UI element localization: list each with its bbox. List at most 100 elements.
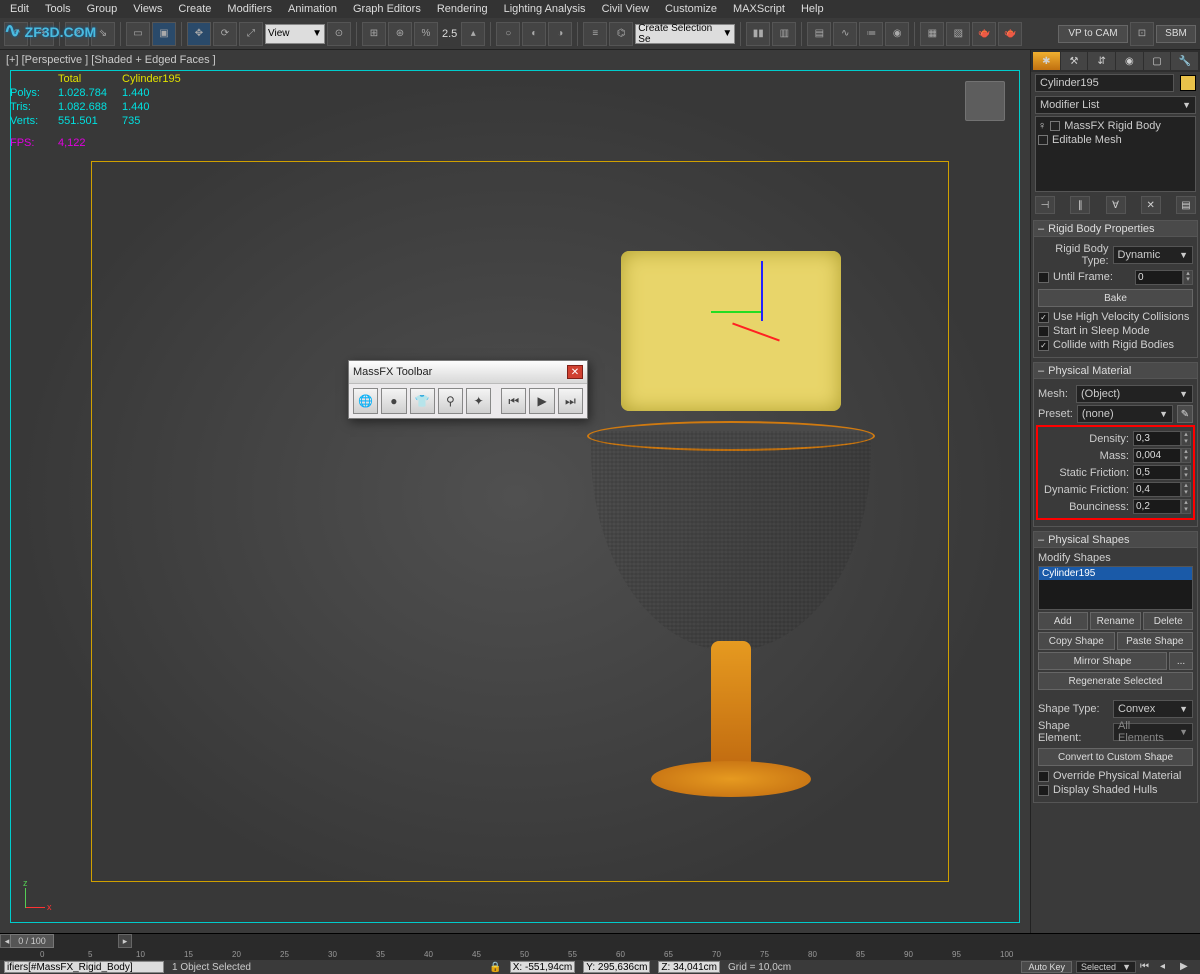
- schematic-icon[interactable]: ⌬: [609, 22, 633, 46]
- massfx-titlebar[interactable]: MassFX Toolbar ✕: [349, 361, 587, 383]
- listener-icon[interactable]: ≡: [583, 22, 607, 46]
- prev-frame-icon[interactable]: ◂: [1160, 961, 1176, 973]
- time-slider[interactable]: ◂ 0 / 100 ▸: [0, 934, 1200, 948]
- viewcube[interactable]: [965, 81, 1005, 121]
- spinner-up-icon[interactable]: ▴: [461, 22, 485, 46]
- object-color-swatch[interactable]: [1180, 75, 1196, 91]
- override-mat-checkbox[interactable]: [1038, 771, 1049, 782]
- dfric-spinner[interactable]: ▴▾: [1133, 482, 1191, 497]
- massfx-world-icon[interactable]: 🌐: [353, 388, 378, 414]
- menu-modifiers[interactable]: Modifiers: [221, 3, 278, 15]
- add-shape-button[interactable]: Add: [1038, 612, 1088, 630]
- massfx-constraint-icon[interactable]: ⚲: [438, 388, 463, 414]
- menu-group[interactable]: Group: [81, 3, 124, 15]
- select-icon[interactable]: ▭: [126, 22, 150, 46]
- menu-rendering[interactable]: Rendering: [431, 3, 494, 15]
- mirror-shape-button[interactable]: Mirror Shape: [1038, 652, 1167, 670]
- until-frame-checkbox[interactable]: [1038, 272, 1049, 283]
- tab-motion-icon[interactable]: ◉: [1116, 52, 1143, 70]
- goto-start-icon[interactable]: ⏮: [1140, 961, 1156, 973]
- object-name-field[interactable]: Cylinder195: [1035, 74, 1174, 92]
- viewport[interactable]: [+] [Perspective ] [Shaded + Edged Faces…: [0, 50, 1030, 933]
- vp-icon[interactable]: ⊡: [1130, 22, 1154, 46]
- configure-icon[interactable]: ▤: [1176, 196, 1196, 214]
- pivot-icon[interactable]: ⊙: [327, 22, 351, 46]
- scale-icon[interactable]: ⤢: [239, 22, 263, 46]
- menu-edit[interactable]: Edit: [4, 3, 35, 15]
- mesh-dropdown[interactable]: (Object)▼: [1076, 385, 1193, 403]
- ref-coord-dropdown[interactable]: View▼: [265, 24, 325, 44]
- pin-stack-icon[interactable]: ⊣: [1035, 196, 1055, 214]
- rollout-shapes-header[interactable]: Physical Shapes: [1034, 532, 1197, 548]
- render-setup-icon[interactable]: ▦: [920, 22, 944, 46]
- snap3-icon[interactable]: ◐: [522, 22, 546, 46]
- density-spinner[interactable]: ▴▾: [1133, 431, 1191, 446]
- menu-customize[interactable]: Customize: [659, 3, 723, 15]
- menu-tools[interactable]: Tools: [39, 3, 77, 15]
- convert-shape-button[interactable]: Convert to Custom Shape: [1038, 748, 1193, 766]
- selection-set-dropdown[interactable]: Create Selection Se▼: [635, 24, 735, 44]
- layers-icon[interactable]: ▤: [807, 22, 831, 46]
- paste-shape-button[interactable]: Paste Shape: [1117, 632, 1194, 650]
- play-icon[interactable]: ▶: [1180, 961, 1196, 973]
- bounce-spinner[interactable]: ▴▾: [1133, 499, 1191, 514]
- collide-checkbox[interactable]: ✓: [1038, 340, 1049, 351]
- snap2-icon[interactable]: ○: [496, 22, 520, 46]
- coord-y[interactable]: Y: 295,636cm: [583, 961, 650, 973]
- curve-editor-icon[interactable]: ∿: [833, 22, 857, 46]
- massfx-reset-icon[interactable]: ⏮: [501, 388, 526, 414]
- modifier-list-dropdown[interactable]: Modifier List▼: [1035, 96, 1196, 114]
- menu-maxscript[interactable]: MAXScript: [727, 3, 791, 15]
- until-frame-spinner[interactable]: ▴▾: [1135, 270, 1193, 285]
- sfric-spinner[interactable]: ▴▾: [1133, 465, 1191, 480]
- preset-dropdown[interactable]: (none)▼: [1077, 405, 1173, 423]
- mirror-icon[interactable]: ▮▮: [746, 22, 770, 46]
- menu-grapheditors[interactable]: Graph Editors: [347, 3, 427, 15]
- display-hulls-checkbox[interactable]: [1038, 785, 1049, 796]
- autokey-button[interactable]: Auto Key: [1021, 961, 1072, 973]
- shape-type-dropdown[interactable]: Convex▼: [1113, 700, 1193, 718]
- massfx-rigid-icon[interactable]: ●: [381, 388, 406, 414]
- stack-item-massfx[interactable]: ♀MassFX Rigid Body: [1038, 119, 1193, 133]
- material-icon[interactable]: ◉: [885, 22, 909, 46]
- mirror-options-button[interactable]: ...: [1169, 652, 1193, 670]
- timeline-next-icon[interactable]: ▸: [118, 934, 132, 948]
- snap-angle-icon[interactable]: ⊛: [388, 22, 412, 46]
- rename-shape-button[interactable]: Rename: [1090, 612, 1142, 630]
- keymode-dropdown[interactable]: Selected▼: [1076, 961, 1136, 973]
- coord-x[interactable]: X: -551,94cm: [510, 961, 575, 973]
- scene-object-goblet[interactable]: [591, 251, 871, 831]
- menu-lighting[interactable]: Lighting Analysis: [498, 3, 592, 15]
- unique-icon[interactable]: ∀: [1106, 196, 1126, 214]
- align-icon[interactable]: ▥: [772, 22, 796, 46]
- render-frame-icon[interactable]: ▧: [946, 22, 970, 46]
- show-end-icon[interactable]: ∥: [1070, 196, 1090, 214]
- snap-move-icon[interactable]: ⊞: [362, 22, 386, 46]
- menu-create[interactable]: Create: [172, 3, 217, 15]
- mass-spinner[interactable]: ▴▾: [1133, 448, 1191, 463]
- time-ruler[interactable]: 0 5 10 15 20 25 30 35 40 45 50 55 60 65 …: [0, 948, 1200, 960]
- snap4-icon[interactable]: ◑: [548, 22, 572, 46]
- sleep-checkbox[interactable]: [1038, 326, 1049, 337]
- tab-hierarchy-icon[interactable]: ⇵: [1088, 52, 1115, 70]
- regen-button[interactable]: Regenerate Selected: [1038, 672, 1193, 690]
- vp-to-cam-button[interactable]: VP to CAM: [1058, 25, 1128, 43]
- bake-button[interactable]: Bake: [1038, 289, 1193, 307]
- menu-views[interactable]: Views: [127, 3, 168, 15]
- modifier-stack[interactable]: ♀MassFX Rigid Body Editable Mesh: [1035, 116, 1196, 192]
- massfx-play-icon[interactable]: ▶: [529, 388, 554, 414]
- render-last-icon[interactable]: 🫖: [998, 22, 1022, 46]
- massfx-ragdoll-icon[interactable]: ✦: [466, 388, 491, 414]
- delete-shape-button[interactable]: Delete: [1143, 612, 1193, 630]
- tab-modify-icon[interactable]: ⚒: [1061, 52, 1088, 70]
- menu-civilview[interactable]: Civil View: [596, 3, 655, 15]
- massfx-cloth-icon[interactable]: 👕: [410, 388, 435, 414]
- render-icon[interactable]: 🫖: [972, 22, 996, 46]
- dope-icon[interactable]: ≔: [859, 22, 883, 46]
- copy-shape-button[interactable]: Copy Shape: [1038, 632, 1115, 650]
- stack-item-editmesh[interactable]: Editable Mesh: [1038, 133, 1193, 147]
- menu-animation[interactable]: Animation: [282, 3, 343, 15]
- shape-elem-dropdown[interactable]: All Elements▼: [1113, 723, 1193, 741]
- massfx-toolbar-dialog[interactable]: MassFX Toolbar ✕ 🌐 ● 👕 ⚲ ✦ ⏮ ▶ ⏭: [348, 360, 588, 419]
- remove-icon[interactable]: ✕: [1141, 196, 1161, 214]
